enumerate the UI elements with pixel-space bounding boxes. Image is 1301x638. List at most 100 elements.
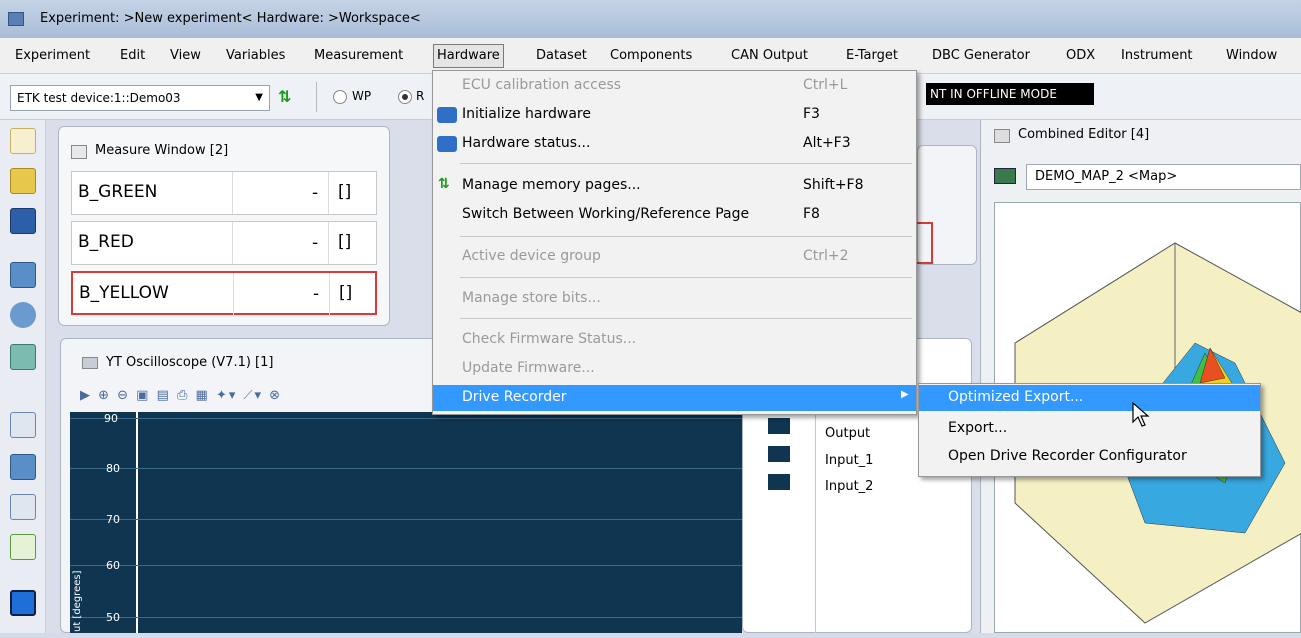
- radio-rp[interactable]: [398, 90, 412, 104]
- menu-measurement[interactable]: Measurement: [311, 47, 406, 69]
- menu-odx[interactable]: ODX: [1063, 47, 1098, 69]
- formula-icon[interactable]: [10, 534, 36, 560]
- cell-divider: [328, 172, 329, 214]
- measure-row[interactable]: B_RED - []: [71, 221, 377, 265]
- menu-initialize-hardware[interactable]: Initialize hardware: [462, 106, 591, 122]
- mouse-cursor-icon: [1132, 402, 1150, 427]
- menu-update-firmware[interactable]: Update Firmware...: [462, 360, 595, 376]
- menu-drive-recorder[interactable]: Drive Recorder ▶: [433, 385, 916, 411]
- hardware-icon: [437, 107, 457, 123]
- menu-dbc-generator[interactable]: DBC Generator: [929, 47, 1033, 69]
- shortcut-label: Ctrl+L: [803, 77, 848, 93]
- menu-components[interactable]: Components: [607, 47, 695, 69]
- new-file-icon[interactable]: [10, 128, 36, 154]
- menu-open-drive-recorder-configurator[interactable]: Open Drive Recorder Configurator: [948, 448, 1187, 464]
- legend-item[interactable]: Output: [825, 426, 870, 441]
- background-window-selection: [917, 222, 933, 264]
- grid-line: [70, 519, 742, 520]
- y-axis-line: [136, 412, 138, 633]
- measure-row-value: -: [312, 233, 319, 253]
- menu-optimized-export[interactable]: Optimized Export...: [948, 389, 1083, 405]
- menu-separator: [460, 236, 912, 237]
- menu-dataset[interactable]: Dataset: [533, 47, 590, 69]
- hardware-icon[interactable]: [10, 302, 36, 328]
- shortcut-label: Ctrl+2: [803, 248, 849, 264]
- list-icon[interactable]: [10, 412, 36, 438]
- y-tick-label: 60: [106, 559, 120, 572]
- menu-manage-store-bits[interactable]: Manage store bits...: [462, 290, 601, 306]
- variable-icon[interactable]: [10, 494, 36, 520]
- checklist-icon[interactable]: [10, 454, 36, 480]
- menu-hardware-status[interactable]: Hardware status...: [462, 135, 590, 151]
- measure-row-value-cell: [232, 222, 324, 264]
- legend-item[interactable]: Input_1: [825, 453, 873, 468]
- measure-row-value-cell: [232, 172, 324, 214]
- menu-edit[interactable]: Edit: [117, 47, 148, 69]
- memory-pages-icon[interactable]: ⇅: [278, 84, 306, 110]
- menu-bar: Experiment Edit View Variables Measureme…: [0, 38, 1301, 74]
- menu-separator: [460, 318, 912, 319]
- oscilloscope-icon: [82, 357, 98, 369]
- combined-editor-title: Combined Editor [4]: [1018, 127, 1150, 142]
- variable-select[interactable]: DEMO_MAP_2 <Map>: [1026, 164, 1301, 190]
- save-icon[interactable]: [10, 208, 36, 234]
- shortcut-label: Alt+F3: [803, 135, 851, 151]
- y-axis-label: ut [degrees]: [72, 570, 83, 633]
- grid-line: [70, 418, 742, 419]
- menu-export[interactable]: Export...: [948, 420, 1007, 436]
- title-bar: Experiment: >New experiment< Hardware: >…: [0, 0, 1301, 38]
- app-icon: [8, 12, 24, 26]
- measure-row[interactable]: B_GREEN - []: [71, 171, 377, 215]
- menu-manage-memory-pages[interactable]: Manage memory pages...: [462, 177, 641, 193]
- menu-instrument[interactable]: Instrument: [1118, 47, 1196, 69]
- measure-row-selected[interactable]: B_YELLOW - []: [71, 271, 377, 315]
- measure-row-value: -: [312, 183, 319, 203]
- grid-line: [70, 468, 742, 469]
- menu-switch-working-reference-page[interactable]: Switch Between Working/Reference Page: [462, 206, 749, 222]
- chevron-down-icon: ▼: [255, 92, 263, 103]
- menu-experiment[interactable]: Experiment: [12, 47, 93, 69]
- cell-divider: [328, 222, 329, 264]
- window-icon[interactable]: [10, 590, 36, 616]
- legend-swatch: [768, 418, 790, 434]
- menu-window[interactable]: Window: [1223, 47, 1280, 69]
- measure-row-name: B_RED: [78, 232, 134, 252]
- y-tick-label: 70: [106, 513, 120, 526]
- grid-line: [70, 565, 742, 566]
- y-tick-label: 80: [106, 462, 120, 475]
- legend-divider: [815, 412, 816, 633]
- toolbar-divider: [316, 82, 317, 112]
- legend-swatch: [768, 474, 790, 490]
- left-toolbar: [0, 120, 46, 633]
- open-folder-icon[interactable]: [10, 168, 36, 194]
- y-tick-label: 90: [104, 412, 118, 425]
- map-icon[interactable]: [10, 344, 36, 370]
- oscilloscope-plot[interactable]: [70, 412, 742, 633]
- offline-mode-banner: NT IN OFFLINE MODE: [926, 83, 1094, 105]
- menu-check-firmware-status[interactable]: Check Firmware Status...: [462, 331, 636, 347]
- menu-can-output[interactable]: CAN Output: [728, 47, 811, 69]
- shortcut-label: F8: [803, 206, 820, 222]
- window-title: Experiment: >New experiment< Hardware: >…: [40, 11, 421, 26]
- memory-pages-icon: ⇅: [438, 176, 450, 192]
- legend-swatch: [768, 446, 790, 462]
- measure-row-unit: []: [338, 232, 352, 252]
- menu-e-target[interactable]: E-Target: [843, 47, 901, 69]
- editor-icon: [994, 129, 1010, 143]
- grid-line: [70, 617, 742, 618]
- oscilloscope-toolbar[interactable]: ▶ ⊕ ⊖ ▣ ▤ ⎙ ▦ ✦▾ ⟋▾ ⊗: [80, 388, 282, 403]
- radio-wp[interactable]: [333, 90, 347, 104]
- menu-variables[interactable]: Variables: [223, 47, 288, 69]
- oscilloscope-title: YT Oscilloscope (V7.1) [1]: [106, 355, 274, 370]
- menu-active-device-group[interactable]: Active device group: [462, 248, 601, 264]
- menu-view[interactable]: View: [167, 47, 204, 69]
- menu-hardware[interactable]: Hardware: [433, 44, 504, 68]
- device-icon[interactable]: [10, 262, 36, 288]
- menu-separator: [460, 163, 912, 164]
- shortcut-label: F3: [803, 106, 820, 122]
- device-select[interactable]: ETK test device:1::Demo03 ▼: [10, 85, 270, 111]
- legend-item[interactable]: Input_2: [825, 479, 873, 494]
- menu-separator: [460, 277, 912, 278]
- menu-ecu-calibration-access[interactable]: ECU calibration access: [462, 77, 621, 93]
- chevron-right-icon: ▶: [901, 389, 909, 400]
